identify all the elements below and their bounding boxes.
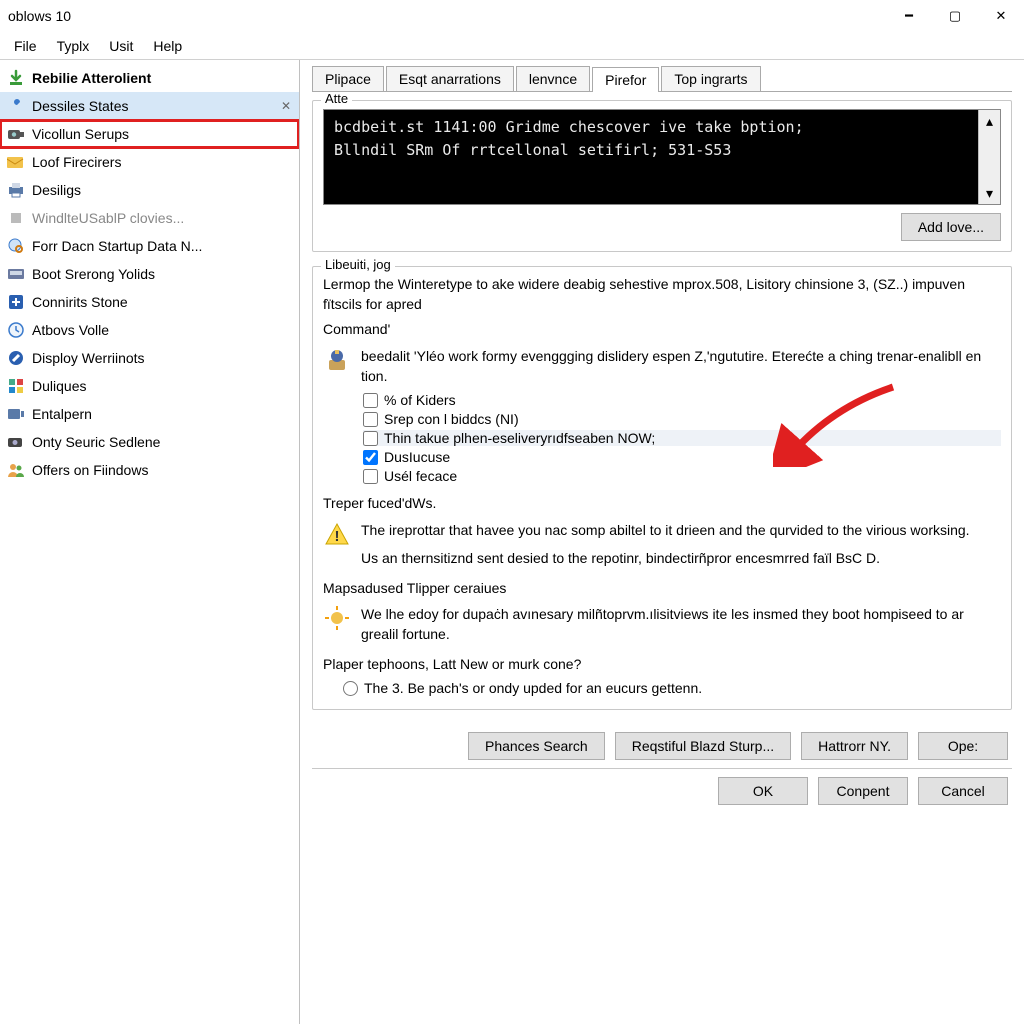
terminal-scrollbar[interactable]: ▴ ▾ xyxy=(978,110,1000,204)
sidebar-item-dessiles[interactable]: Dessiles States ✕ xyxy=(0,92,299,120)
scroll-down-icon[interactable]: ▾ xyxy=(979,182,1000,204)
printer-icon xyxy=(6,180,26,200)
plaper-label: Plaper tephoons, Latt New or murk cone? xyxy=(323,655,1001,675)
globe-search-icon xyxy=(6,236,26,256)
sidebar-item-vicollun[interactable]: Vicollun Serups xyxy=(0,120,299,148)
tab-esqt[interactable]: Esqt anarrations xyxy=(386,66,514,91)
hattrorr-button[interactable]: Hattrorr NY. xyxy=(801,732,908,760)
opt-radio-the3[interactable]: The 3. Be pach's or ondy upded for an eu… xyxy=(343,680,1001,696)
reqstiful-button[interactable]: Reqstiful Blazd Sturp... xyxy=(615,732,791,760)
opt-usel[interactable]: Usél fecace xyxy=(363,468,1001,484)
sidebar-item-atbovs[interactable]: Atbovs Volle xyxy=(0,316,299,344)
atte-group: Atte bcdbeit.st 1141:00 Gridme chescover… xyxy=(312,100,1012,252)
tab-panel: Atte bcdbeit.st 1141:00 Gridme chescover… xyxy=(312,92,1012,1024)
tab-lenvnce[interactable]: lenvnce xyxy=(516,66,590,91)
close-button[interactable]: ✕ xyxy=(978,0,1024,32)
opt-dusluse[interactable]: DusIucuse xyxy=(363,449,1001,465)
libeuiti-group: Libeuiti, jog Lermop the Winteretype to … xyxy=(312,266,1012,710)
sidebar-item-desiligs[interactable]: Desiligs xyxy=(0,176,299,204)
menu-usit[interactable]: Usit xyxy=(99,35,143,57)
sidebar-item-windite[interactable]: WindlteUSablP clovies... xyxy=(0,204,299,232)
warning-icon: ! xyxy=(323,520,351,548)
clock-icon xyxy=(6,320,26,340)
minimize-button[interactable]: ━ xyxy=(886,0,932,32)
add-love-button[interactable]: Add love... xyxy=(901,213,1001,241)
sidebar-item-disploy[interactable]: Disploy Werriinots xyxy=(0,344,299,372)
chip-icon xyxy=(6,208,26,228)
command-label: Command' xyxy=(323,320,1001,340)
opt-kiders[interactable]: % of Kiders xyxy=(363,392,1001,408)
checkbox-usel[interactable] xyxy=(363,469,378,484)
svg-text:!: ! xyxy=(335,528,340,545)
tab-top[interactable]: Top ingrarts xyxy=(661,66,760,91)
device-icon xyxy=(6,404,26,424)
disk-icon xyxy=(6,264,26,284)
checkbox-dusluse[interactable] xyxy=(363,450,378,465)
sidebar-item-offers[interactable]: Offers on Fiindows xyxy=(0,456,299,484)
warn-text-2: Us an thernsitiznd sent desied to the re… xyxy=(361,548,1001,568)
menu-file[interactable]: File xyxy=(4,35,47,57)
radio-the3[interactable] xyxy=(343,681,358,696)
sidebar-item-onty[interactable]: Onty Seuric Sedlene xyxy=(0,428,299,456)
window-title: oblows 10 xyxy=(8,8,886,24)
sidebar-item-connirits[interactable]: Connirits Stone xyxy=(0,288,299,316)
terminal-wrap: bcdbeit.st 1141:00 Gridme chescover ive … xyxy=(323,109,1001,205)
ok-button[interactable]: OK xyxy=(718,777,808,805)
close-item-icon[interactable]: ✕ xyxy=(281,99,291,113)
maximize-button[interactable]: ▢ xyxy=(932,0,978,32)
menu-help[interactable]: Help xyxy=(143,35,192,57)
download-icon xyxy=(6,68,26,88)
command-desc: beedalit 'Yléo work formy evenggging dis… xyxy=(361,346,1001,387)
menu-bar: File Typlx Usit Help xyxy=(0,32,1024,60)
terminal-output[interactable]: bcdbeit.st 1141:00 Gridme chescover ive … xyxy=(323,109,1001,205)
warn-text-1: The ireprottar that havee you nac somp a… xyxy=(361,520,1001,540)
treper-label: Treper fuced'dWs. xyxy=(323,494,1001,514)
sidebar-item-entalpern[interactable]: Entalpern xyxy=(0,400,299,428)
checkbox-kiders[interactable] xyxy=(363,393,378,408)
scroll-up-icon[interactable]: ▴ xyxy=(979,110,1000,132)
sidebar-item-forr[interactable]: Forr Dacn Startup Data N... xyxy=(0,232,299,260)
main-panel: Plipace Esqt anarrations lenvnce Pirefor… xyxy=(300,60,1024,1024)
users-icon xyxy=(6,460,26,480)
folder-mail-icon xyxy=(6,152,26,172)
mapsa-label: Mapsadused Tlipper ceraiues xyxy=(323,579,1001,599)
mapsa-text: We lhe edoy for dupaċh avınesary milñtop… xyxy=(361,604,1001,645)
dialog-footer: OK Conpent Cancel xyxy=(312,768,1012,813)
libeuiti-intro: Lermop the Winteretype to ake widere dea… xyxy=(323,275,1001,314)
sidebar-item-rebilie[interactable]: Rebilie Atterolient xyxy=(0,64,299,92)
tab-strip: Plipace Esqt anarrations lenvnce Pirefor… xyxy=(312,66,1012,92)
windows-icon xyxy=(6,376,26,396)
libeuiti-legend: Libeuiti, jog xyxy=(321,257,395,272)
sun-icon xyxy=(323,604,351,632)
sidebar-item-loof[interactable]: Loof Firecirers xyxy=(0,148,299,176)
atte-legend: Atte xyxy=(321,92,352,106)
command-icon xyxy=(323,346,351,374)
plus-icon xyxy=(6,292,26,312)
tab-pirefor[interactable]: Pirefor xyxy=(592,67,659,92)
checkbox-srep[interactable] xyxy=(363,412,378,427)
sidebar: Rebilie Atterolient Dessiles States ✕ Vi… xyxy=(0,60,300,1024)
inner-button-row: Phances Search Reqstiful Blazd Sturp... … xyxy=(312,724,1012,768)
title-bar: oblows 10 ━ ▢ ✕ xyxy=(0,0,1024,32)
menu-typlx[interactable]: Typlx xyxy=(47,35,100,57)
opt-srep[interactable]: Srep con l biddcs (NI) xyxy=(363,411,1001,427)
opt-thin[interactable]: Thin takue plhen-eseliveryrıdfseaben NOW… xyxy=(363,430,1001,446)
sidebar-item-boot[interactable]: Boot Srerong Yolids xyxy=(0,260,299,288)
phances-search-button[interactable]: Phances Search xyxy=(468,732,605,760)
brush-icon xyxy=(6,348,26,368)
cancel-button[interactable]: Cancel xyxy=(918,777,1008,805)
checkbox-thin[interactable] xyxy=(363,431,378,446)
camera2-icon xyxy=(6,432,26,452)
camera-icon xyxy=(6,124,26,144)
sidebar-item-duliques[interactable]: Duliques xyxy=(0,372,299,400)
ope-button[interactable]: Ope: xyxy=(918,732,1008,760)
conpent-button[interactable]: Conpent xyxy=(818,777,908,805)
wrench-icon xyxy=(6,96,26,116)
tab-plipace[interactable]: Plipace xyxy=(312,66,384,91)
